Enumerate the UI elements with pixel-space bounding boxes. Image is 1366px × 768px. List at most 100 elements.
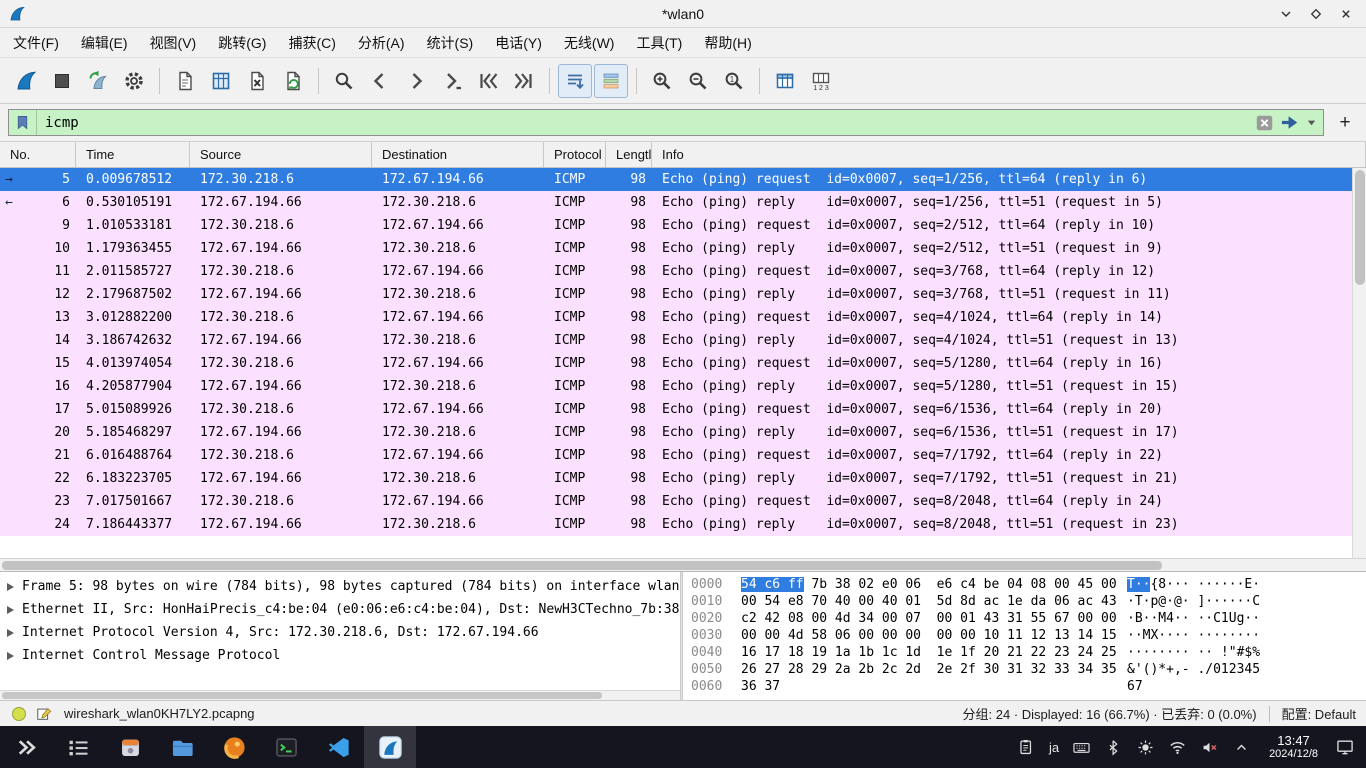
expand-arrow-icon[interactable] [7, 652, 14, 660]
hex-row[interactable]: 005026 27 28 29 2a 2b 2c 2d 2e 2f 30 31 … [691, 661, 1366, 678]
display-filter-input[interactable] [37, 115, 1255, 131]
filter-apply-icon[interactable] [1279, 112, 1302, 133]
auto-scroll-button[interactable] [558, 64, 592, 98]
detail-row[interactable]: Internet Control Message Protocol [0, 644, 680, 667]
taskbar-app-wireshark[interactable] [364, 726, 416, 768]
column-destination[interactable]: Destination [372, 142, 544, 167]
tray-brightness-icon[interactable] [1132, 734, 1158, 760]
colorize-button[interactable] [594, 64, 628, 98]
maximize-icon[interactable] [1306, 4, 1326, 24]
go-forward-button[interactable] [399, 64, 433, 98]
packet-row[interactable]: →50.009678512172.30.218.6172.67.194.66IC… [0, 168, 1352, 191]
capture-comment-icon[interactable] [35, 705, 53, 723]
column-time[interactable]: Time [76, 142, 190, 167]
column-no[interactable]: No. [0, 142, 76, 167]
column-length[interactable]: Lengtl [606, 142, 652, 167]
details-scrollbar[interactable] [0, 690, 680, 700]
horizontal-scrollbar-thumb[interactable] [2, 561, 1162, 570]
zoom-original-button[interactable]: 1 [717, 64, 751, 98]
taskbar-clock[interactable]: 13:47 2024/12/8 [1269, 726, 1318, 768]
minimize-icon[interactable] [1276, 4, 1296, 24]
close-file-button[interactable] [240, 64, 274, 98]
packet-row[interactable]: 112.011585727172.30.218.6172.67.194.66IC… [0, 260, 1352, 283]
packet-row[interactable]: 154.013974054172.30.218.6172.67.194.66IC… [0, 352, 1352, 375]
tray-clipboard-icon[interactable] [1014, 734, 1040, 760]
tray-expand-icon[interactable] [1228, 734, 1254, 760]
tray-keyboard-icon[interactable] [1068, 734, 1094, 760]
taskbar-app-software-center[interactable] [104, 726, 156, 768]
menu-item-8[interactable]: 无线(W) [553, 28, 626, 58]
packet-row[interactable]: 247.186443377172.67.194.66172.30.218.6IC… [0, 513, 1352, 536]
restart-capture-button[interactable] [81, 64, 115, 98]
column-source[interactable]: Source [190, 142, 372, 167]
profile-selector[interactable]: 配置: Default [1282, 704, 1356, 723]
zoom-in-button[interactable] [645, 64, 679, 98]
menu-item-1[interactable]: 编辑(E) [70, 28, 139, 58]
hex-row[interactable]: 000054 c6 ff 7b 38 02 e0 06 e6 c4 be 04 … [691, 576, 1366, 593]
taskbar-app-file-manager[interactable] [156, 726, 208, 768]
first-packet-button[interactable] [471, 64, 505, 98]
vertical-scrollbar-thumb[interactable] [1355, 170, 1365, 285]
taskbar-app-task-list[interactable] [52, 726, 104, 768]
taskbar-app-terminal[interactable] [260, 726, 312, 768]
ime-indicator[interactable]: ja [1049, 740, 1059, 755]
column-numbers-button[interactable]: 1 2 3 [804, 64, 838, 98]
last-packet-button[interactable] [507, 64, 541, 98]
open-file-button[interactable] [168, 64, 202, 98]
expand-arrow-icon[interactable] [7, 606, 14, 614]
display-filter-field[interactable] [8, 109, 1324, 136]
hex-row[interactable]: 006036 3767 [691, 678, 1366, 695]
menu-item-9[interactable]: 工具(T) [625, 28, 693, 58]
taskbar-app-vscode[interactable] [312, 726, 364, 768]
reload-file-button[interactable] [276, 64, 310, 98]
column-info[interactable]: Info [652, 142, 1366, 167]
menu-item-0[interactable]: 文件(F) [2, 28, 70, 58]
detail-row[interactable]: Internet Protocol Version 4, Src: 172.30… [0, 621, 680, 644]
detail-row[interactable]: Frame 5: 98 bytes on wire (784 bits), 98… [0, 575, 680, 598]
packet-row[interactable]: 226.183223705172.67.194.66172.30.218.6IC… [0, 467, 1352, 490]
menu-item-6[interactable]: 统计(S) [416, 28, 485, 58]
go-to-packet-button[interactable] [435, 64, 469, 98]
capture-file-name[interactable]: wireshark_wlan0KH7LY2.pcapng [64, 706, 255, 721]
packet-row[interactable]: 237.017501667172.30.218.6172.67.194.66IC… [0, 490, 1352, 513]
resize-columns-button[interactable] [768, 64, 802, 98]
filter-bookmark-icon[interactable] [9, 110, 37, 135]
filter-add-button[interactable]: + [1332, 110, 1358, 136]
menu-item-4[interactable]: 捕获(C) [277, 28, 346, 58]
packet-row[interactable]: 101.179363455172.67.194.66172.30.218.6IC… [0, 237, 1352, 260]
menu-item-10[interactable]: 帮助(H) [693, 28, 762, 58]
detail-row[interactable]: Ethernet II, Src: HonHaiPrecis_c4:be:04 … [0, 598, 680, 621]
packet-row[interactable]: 122.179687502172.67.194.66172.30.218.6IC… [0, 283, 1352, 306]
find-packet-button[interactable] [327, 64, 361, 98]
expand-arrow-icon[interactable] [7, 583, 14, 591]
hex-row[interactable]: 001000 54 e8 70 40 00 40 01 5d 8d ac 1e … [691, 593, 1366, 610]
details-scrollbar-thumb[interactable] [2, 692, 602, 699]
filter-dropdown-icon[interactable] [1306, 112, 1317, 133]
taskbar-app-app-menu[interactable] [0, 726, 52, 768]
close-icon[interactable] [1336, 4, 1356, 24]
packet-row[interactable]: ←60.530105191172.67.194.66172.30.218.6IC… [0, 191, 1352, 214]
menu-item-3[interactable]: 跳转(G) [207, 28, 277, 58]
capture-options-button[interactable] [117, 64, 151, 98]
save-file-button[interactable] [204, 64, 238, 98]
horizontal-scrollbar[interactable] [0, 558, 1366, 572]
hex-row[interactable]: 0020c2 42 08 00 4d 34 00 07 00 01 43 31 … [691, 610, 1366, 627]
menu-item-2[interactable]: 视图(V) [139, 28, 208, 58]
menu-item-5[interactable]: 分析(A) [347, 28, 416, 58]
hex-row[interactable]: 003000 00 4d 58 06 00 00 00 00 00 10 11 … [691, 627, 1366, 644]
go-back-button[interactable] [363, 64, 397, 98]
display-settings-icon[interactable] [1330, 726, 1360, 768]
packet-row[interactable]: 205.185468297172.67.194.66172.30.218.6IC… [0, 421, 1352, 444]
zoom-out-button[interactable] [681, 64, 715, 98]
expert-info-icon[interactable] [10, 705, 28, 723]
column-protocol[interactable]: Protocol [544, 142, 606, 167]
packet-row[interactable]: 143.186742632172.67.194.66172.30.218.6IC… [0, 329, 1352, 352]
vertical-scrollbar[interactable] [1352, 168, 1366, 558]
tray-bluetooth-icon[interactable] [1100, 734, 1126, 760]
filter-clear-icon[interactable] [1255, 113, 1275, 133]
packet-row[interactable]: 133.012882200172.30.218.6172.67.194.66IC… [0, 306, 1352, 329]
packet-row[interactable]: 175.015089926172.30.218.6172.67.194.66IC… [0, 398, 1352, 421]
taskbar-app-firefox[interactable] [208, 726, 260, 768]
tray-volume-muted-icon[interactable] [1196, 734, 1222, 760]
packet-row[interactable]: 216.016488764172.30.218.6172.67.194.66IC… [0, 444, 1352, 467]
